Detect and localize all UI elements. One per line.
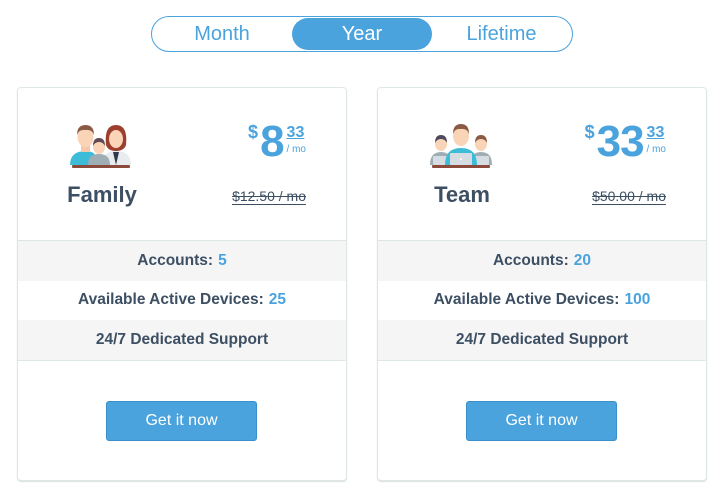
plan-header: Family $ 8 33 / mo $12.50 / mo xyxy=(18,88,346,241)
feature-label: Accounts: xyxy=(137,251,214,269)
feature-label: Accounts: xyxy=(492,251,569,269)
toggle-lifetime[interactable]: Lifetime xyxy=(432,18,571,50)
plan-card-family: Family $ 8 33 / mo $12.50 / mo Accounts:… xyxy=(17,87,347,481)
plan-price: $ 8 33 / mo xyxy=(248,120,306,165)
price-cents: 33 xyxy=(286,124,305,141)
feature-value: 5 xyxy=(218,251,227,269)
feature-accounts: Accounts: 20 xyxy=(378,241,706,281)
feature-label: Available Active Devices: xyxy=(77,291,264,309)
price-cents: 33 xyxy=(646,124,665,141)
feature-support: 24/7 Dedicated Support xyxy=(378,320,706,360)
get-it-now-button[interactable]: Get it now xyxy=(466,400,617,441)
feature-devices: Available Active Devices: 25 xyxy=(18,281,346,321)
old-price: $50.00 / mo xyxy=(592,188,666,205)
get-it-now-button[interactable]: Get it now xyxy=(106,400,257,441)
toggle-year[interactable]: Year xyxy=(292,18,432,50)
feature-label: Available Active Devices: xyxy=(433,291,620,309)
price-integer: 8 xyxy=(260,117,285,166)
feature-value: 20 xyxy=(573,251,592,269)
price-period: / mo xyxy=(286,144,306,155)
team-icon xyxy=(430,124,492,168)
feature-list: Accounts: 5 Available Active Devices: 25… xyxy=(18,241,346,361)
plan-name: Family xyxy=(67,182,137,207)
feature-label: 24/7 Dedicated Support xyxy=(455,330,629,348)
family-icon xyxy=(70,125,131,168)
feature-support: 24/7 Dedicated Support xyxy=(18,320,346,360)
plan-header: Team $ 33 33 / mo $50.00 / mo xyxy=(378,88,706,241)
feature-devices: Available Active Devices: 100 xyxy=(378,281,706,321)
price-currency: $ xyxy=(584,122,595,142)
price-period: / mo xyxy=(646,144,666,155)
plan-price: $ 33 33 / mo xyxy=(585,120,666,165)
billing-period-toggle: Month Year Lifetime xyxy=(151,16,573,52)
feature-value: 25 xyxy=(268,291,287,309)
feature-accounts: Accounts: 5 xyxy=(18,241,346,281)
price-currency: $ xyxy=(248,122,259,142)
old-price: $12.50 / mo xyxy=(232,188,306,205)
plan-card-team: Team $ 33 33 / mo $50.00 / mo Accounts: … xyxy=(377,87,707,481)
feature-label: 24/7 Dedicated Support xyxy=(95,330,269,348)
feature-value: 100 xyxy=(624,291,651,309)
feature-list: Accounts: 20 Available Active Devices: 1… xyxy=(378,241,706,361)
plan-name: Team xyxy=(434,182,490,207)
price-integer: 33 xyxy=(596,117,645,166)
toggle-month[interactable]: Month xyxy=(152,18,292,50)
